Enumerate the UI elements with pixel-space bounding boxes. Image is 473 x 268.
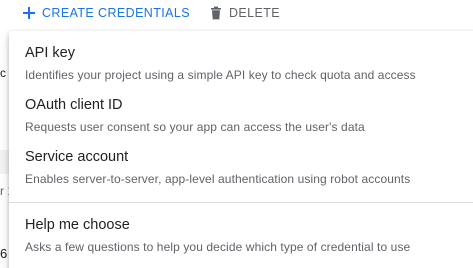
menu-item-description: Asks a few questions to help you decide … (25, 240, 411, 254)
menu-item-title: Service account (25, 149, 129, 165)
menu-item-service-account[interactable]: Service account Enables server-to-server… (9, 137, 473, 189)
plus-icon (22, 6, 36, 20)
create-credentials-label: CREATE CREDENTIALS (42, 6, 190, 20)
menu-item-description: Identifies your project using a simple A… (25, 68, 416, 82)
create-credentials-menu: API key Identifies your project using a … (9, 31, 473, 268)
menu-item-description: Enables server-to-server, app-level auth… (25, 172, 411, 186)
menu-divider (9, 202, 473, 203)
menu-item-oauth-client-id[interactable]: OAuth client ID Requests user consent so… (9, 85, 473, 137)
delete-button[interactable]: DELETE (209, 4, 280, 22)
background-partial-text: 6 (0, 246, 8, 261)
menu-item-description: Requests user consent so your app can ac… (25, 120, 365, 134)
toolbar: CREATE CREDENTIALS DELETE (0, 0, 473, 26)
menu-item-api-key[interactable]: API key Identifies your project using a … (9, 33, 473, 85)
menu-item-title: Help me choose (25, 217, 130, 233)
menu-item-title: OAuth client ID (25, 97, 123, 113)
menu-item-help-me-choose[interactable]: Help me choose Asks a few questions to h… (9, 205, 473, 257)
credentials-page: c r 1 6 CREATE CREDENTIALS DELETE API ke… (0, 0, 473, 268)
background-partial-text: c (0, 66, 6, 80)
trash-icon (209, 6, 223, 20)
delete-label: DELETE (229, 6, 281, 20)
create-credentials-button[interactable]: CREATE CREDENTIALS (22, 4, 190, 22)
menu-item-title: API key (25, 45, 75, 61)
